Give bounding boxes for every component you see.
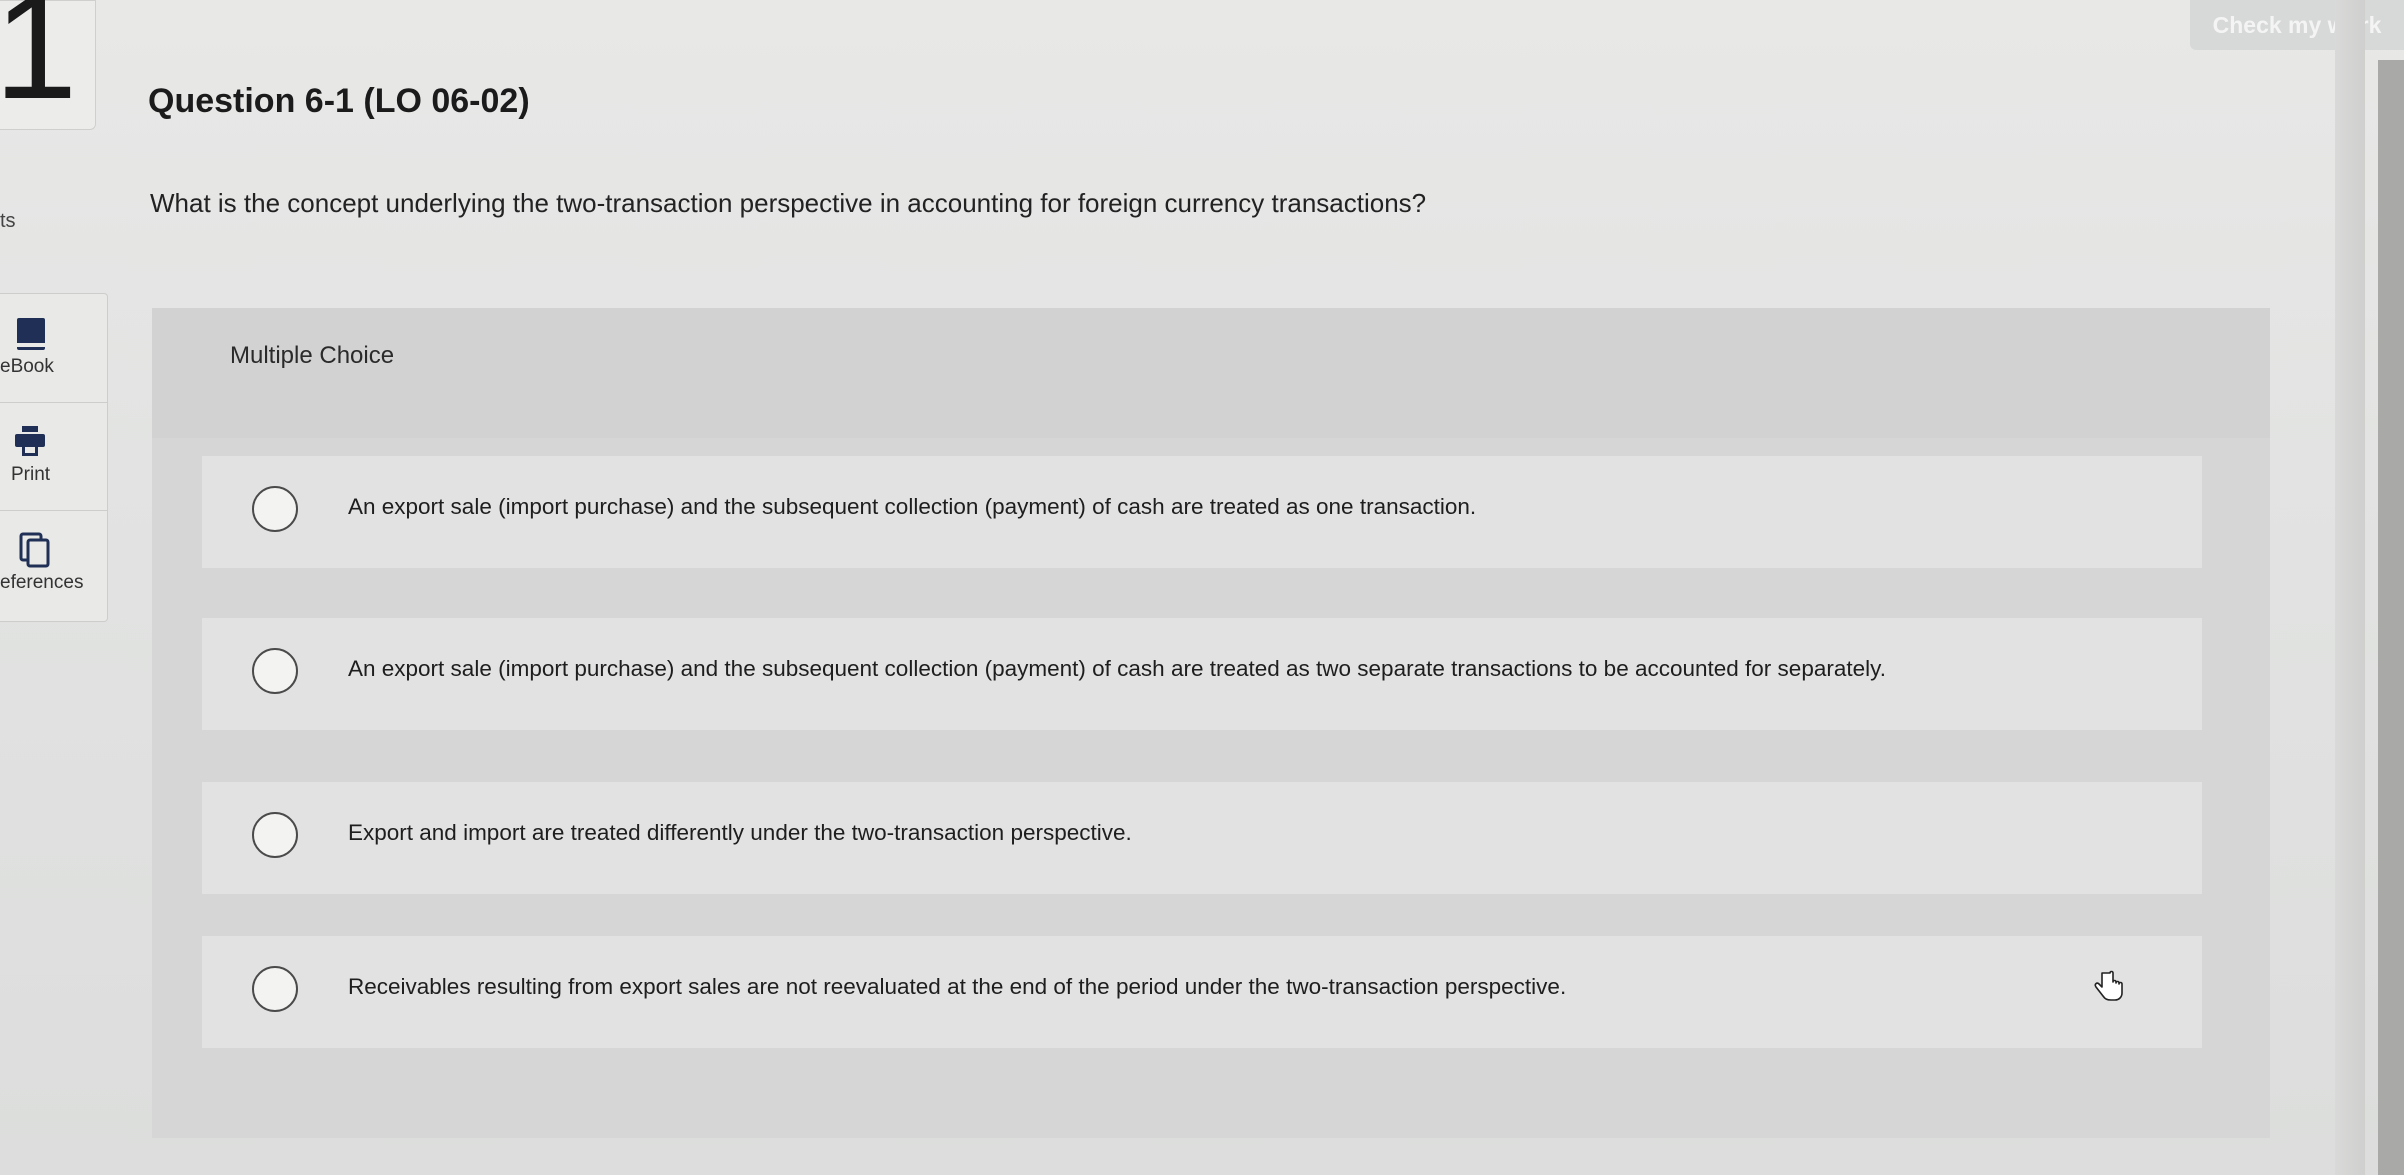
tools-rail: eBook Print eferences xyxy=(0,293,108,622)
choice-option-4[interactable]: Receivables resulting from export sales … xyxy=(202,936,2202,1048)
rail-partial-label: ts xyxy=(0,210,16,232)
print-label: Print xyxy=(11,464,51,485)
ebook-label: eBook xyxy=(0,356,54,377)
multiple-choice-header: Multiple Choice xyxy=(152,308,2270,438)
right-edge xyxy=(2335,0,2365,1175)
radio-button[interactable] xyxy=(252,648,298,694)
book-icon xyxy=(17,318,45,350)
page: 1 ts eBook Print eferences Check my work… xyxy=(0,0,2404,1175)
print-button[interactable]: Print xyxy=(0,402,107,511)
printer-icon xyxy=(15,426,45,456)
question-title: Question 6-1 (LO 06-02) xyxy=(148,82,530,120)
choice-option-2[interactable]: An export sale (import purchase) and the… xyxy=(202,618,2202,730)
references-label: eferences xyxy=(0,572,84,593)
radio-button[interactable] xyxy=(252,812,298,858)
multiple-choice-label: Multiple Choice xyxy=(230,342,395,369)
check-my-work-button[interactable]: Check my work xyxy=(2190,0,2404,50)
choice-text: An export sale (import purchase) and the… xyxy=(348,494,1477,519)
choice-option-3[interactable]: Export and import are treated differentl… xyxy=(202,782,2202,894)
multiple-choice-panel: Multiple Choice An export sale (import p… xyxy=(152,308,2270,1138)
scrollbar[interactable] xyxy=(2378,60,2404,1175)
radio-button[interactable] xyxy=(252,966,298,1012)
hand-cursor-icon xyxy=(2094,970,2123,1001)
references-icon xyxy=(19,532,50,568)
ebook-button[interactable]: eBook xyxy=(0,294,107,403)
choice-option-1[interactable]: An export sale (import purchase) and the… xyxy=(202,456,2202,568)
radio-button[interactable] xyxy=(252,486,298,532)
question-text: What is the concept underlying the two-t… xyxy=(150,188,1427,218)
choice-text: Receivables resulting from export sales … xyxy=(348,974,1567,999)
question-number-tab[interactable]: 1 xyxy=(0,0,96,130)
choice-text: An export sale (import purchase) and the… xyxy=(348,656,1886,681)
question-number: 1 xyxy=(0,0,78,130)
references-button[interactable]: eferences xyxy=(0,510,107,618)
choice-text: Export and import are treated differentl… xyxy=(348,820,1132,845)
